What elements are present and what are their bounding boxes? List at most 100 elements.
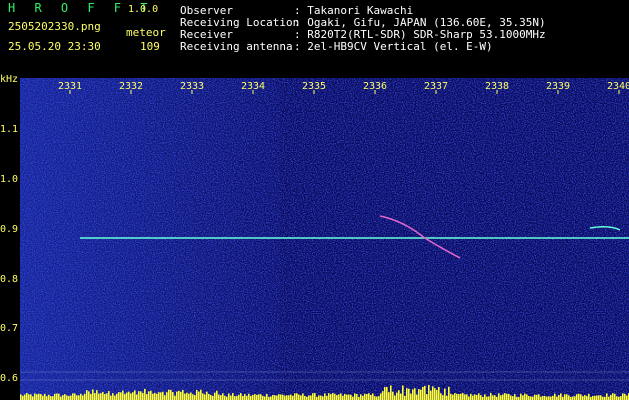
floor-bar bbox=[136, 394, 138, 400]
floor-bar bbox=[286, 395, 288, 400]
header-panel: H R O F F T 1.0.0 2505202330.png meteor … bbox=[0, 0, 629, 78]
floor-bar bbox=[344, 393, 346, 400]
floor-bar bbox=[394, 395, 396, 400]
floor-bar bbox=[272, 395, 274, 400]
floor-bar bbox=[192, 394, 194, 400]
floor-bar bbox=[94, 393, 96, 400]
floor-bar bbox=[506, 393, 508, 400]
floor-bar bbox=[22, 395, 24, 400]
floor-bar bbox=[426, 394, 428, 400]
floor-bar bbox=[82, 395, 84, 400]
floor-bar bbox=[524, 393, 526, 400]
floor-bar bbox=[196, 389, 198, 400]
floor-bar bbox=[356, 394, 358, 400]
floor-bar bbox=[326, 395, 328, 400]
floor-bar bbox=[36, 394, 38, 400]
floor-bar bbox=[410, 393, 412, 400]
floor-bar bbox=[624, 393, 626, 400]
floor-bar bbox=[134, 390, 136, 400]
y-tick-label: 0.7 bbox=[0, 323, 19, 334]
floor-bar bbox=[512, 396, 514, 400]
floor-bar bbox=[438, 387, 440, 400]
floor-bar bbox=[32, 396, 34, 400]
floor-bar bbox=[172, 392, 174, 400]
floor-bar bbox=[502, 394, 504, 400]
file-name: 2505202330.png bbox=[8, 20, 101, 33]
x-tick-label: 2340 bbox=[607, 81, 629, 92]
floor-bar bbox=[622, 393, 624, 400]
y-tick-label: 0.8 bbox=[0, 274, 19, 285]
floor-bar bbox=[296, 393, 298, 400]
floor-bar bbox=[392, 391, 394, 400]
floor-bar bbox=[308, 395, 310, 400]
floor-bar bbox=[436, 389, 438, 400]
floor-bar bbox=[430, 390, 432, 400]
floor-bar bbox=[520, 393, 522, 400]
floor-bar bbox=[434, 388, 436, 400]
floor-bar bbox=[420, 389, 422, 400]
floor-bar bbox=[212, 395, 214, 400]
floor-bar bbox=[182, 389, 184, 400]
floor-bar bbox=[476, 395, 478, 400]
floor-bar bbox=[66, 395, 68, 400]
floor-bar bbox=[166, 392, 168, 400]
floor-bar bbox=[312, 393, 314, 400]
floor-bar bbox=[230, 395, 232, 400]
floor-bar bbox=[128, 391, 130, 400]
floor-bar bbox=[72, 393, 74, 400]
floor-bar bbox=[280, 394, 282, 400]
floor-bar bbox=[92, 389, 94, 400]
floor-bar bbox=[184, 393, 186, 400]
floor-bar bbox=[352, 396, 354, 400]
floor-bar bbox=[318, 395, 320, 400]
floor-bar bbox=[202, 393, 204, 400]
floor-bar bbox=[178, 390, 180, 400]
floor-bar bbox=[336, 395, 338, 400]
floor-bar bbox=[222, 393, 224, 400]
floor-bar bbox=[348, 394, 350, 400]
floor-bar bbox=[346, 394, 348, 400]
floor-bar bbox=[126, 392, 128, 400]
y-tick-label: 1.0 bbox=[0, 174, 19, 185]
floor-bar bbox=[620, 396, 622, 400]
spectrogram-svg: 2331 2332 2333 2334 2335 2336 2337 2338 2339 2340 bbox=[20, 78, 629, 400]
floor-bar bbox=[424, 385, 426, 400]
floor-bar bbox=[504, 393, 506, 400]
floor-bar bbox=[200, 389, 202, 400]
floor-bar bbox=[488, 396, 490, 400]
floor-bar bbox=[446, 395, 448, 400]
floor-bar bbox=[24, 394, 26, 400]
floor-bar bbox=[52, 396, 54, 400]
floor-bar bbox=[30, 394, 32, 400]
floor-bar bbox=[188, 393, 190, 400]
floor-bar bbox=[106, 393, 108, 400]
floor-bar bbox=[64, 394, 66, 400]
floor-bar bbox=[258, 394, 260, 400]
floor-bar bbox=[176, 391, 178, 400]
y-tick-label: 1.1 bbox=[0, 124, 19, 135]
floor-bar bbox=[26, 393, 28, 400]
floor-bar bbox=[140, 391, 142, 400]
floor-bar bbox=[122, 390, 124, 400]
floor-bar bbox=[486, 396, 488, 400]
floor-bar bbox=[210, 394, 212, 400]
floor-bar bbox=[544, 395, 546, 400]
floor-bar bbox=[320, 395, 322, 400]
floor-bar bbox=[224, 395, 226, 400]
floor-bar bbox=[274, 395, 276, 400]
floor-bar bbox=[90, 393, 92, 400]
floor-bar bbox=[548, 396, 550, 400]
floor-bar bbox=[104, 394, 106, 400]
floor-bar bbox=[370, 394, 372, 400]
floor-bar bbox=[490, 393, 492, 400]
noise-band bbox=[20, 78, 280, 400]
floor-bar bbox=[614, 393, 616, 400]
floor-bar bbox=[194, 395, 196, 400]
floor-bar bbox=[390, 385, 392, 400]
floor-bar bbox=[550, 396, 552, 400]
floor-bar bbox=[460, 393, 462, 400]
floor-bar bbox=[554, 393, 556, 400]
floor-bar bbox=[98, 393, 100, 400]
floor-bar bbox=[130, 393, 132, 400]
floor-bar bbox=[386, 386, 388, 400]
